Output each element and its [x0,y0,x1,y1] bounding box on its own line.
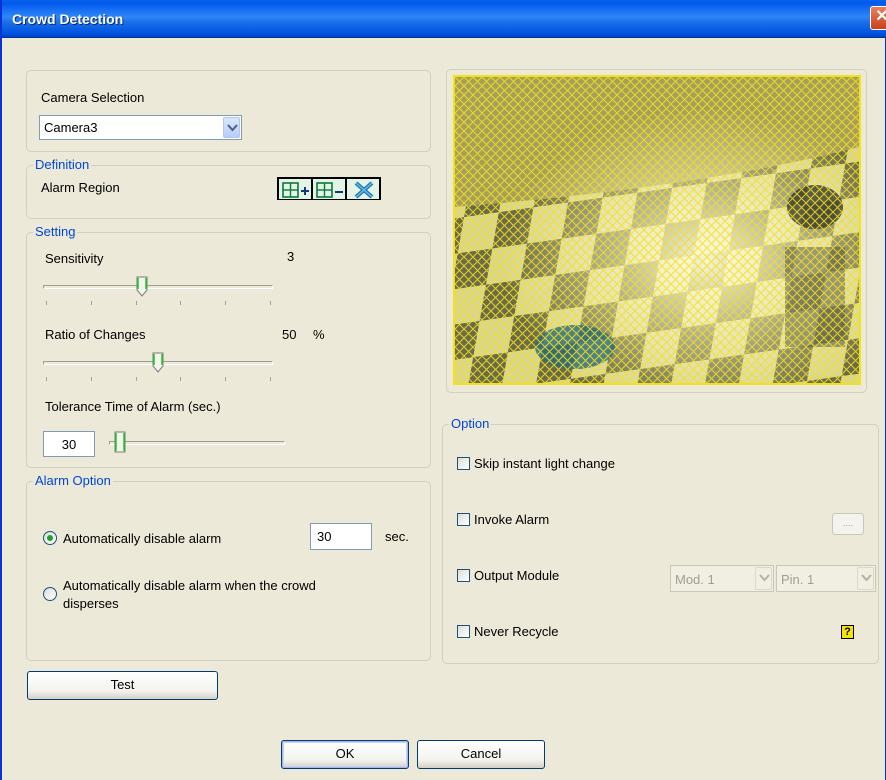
slider-tick [90,377,92,381]
alarm-region-label: Alarm Region [41,180,120,195]
region-toolbar [277,177,381,200]
slider-tick [270,377,271,381]
crowd-detection-dialog: Crowd Detection ✕ Camera Selection Camer… [0,0,886,780]
module-select[interactable]: Mod. 1 [670,565,774,592]
auto-disable-seconds-input[interactable]: 30 [310,523,372,550]
invoke-alarm-label: Invoke Alarm [474,512,550,527]
help-icon-glyph: ? [844,626,851,638]
camera-selection-label: Camera Selection [41,90,145,105]
ok-button-label: OK [335,746,355,761]
pin-select-value: Pin. 1 [781,572,815,587]
close-icon: ✕ [875,8,886,25]
test-button-label: Test [110,677,135,692]
slider-tick [270,301,271,305]
title-bar[interactable]: Crowd Detection ✕ [2,0,886,38]
ratio-unit: % [313,327,325,342]
camera-select[interactable]: Camera3 [39,115,242,140]
tolerance-slider[interactable] [109,431,285,459]
slider-tick [46,377,47,381]
definition-legend: Definition [33,157,92,172]
test-button[interactable]: Test [27,671,218,700]
disperse-label-line2: disperses [63,596,119,611]
auto-disable-label: Automatically disable alarm [63,531,222,546]
help-icon[interactable]: ? [841,625,854,639]
auto-disable-seconds-value: 30 [317,529,332,544]
sensitivity-label: Sensitivity [45,251,104,266]
slider-tick [46,301,47,305]
definition-group: Definition Alarm Region [26,157,431,219]
chevron-down-icon[interactable] [223,117,240,138]
output-module-checkbox[interactable] [457,569,470,582]
output-module-label: Output Module [474,568,560,583]
skip-light-label: Skip instant light change [474,456,615,471]
invoke-alarm-settings-button[interactable]: .... [832,513,864,535]
remove-region-icon [316,182,343,198]
ratio-label: Ratio of Changes [45,327,146,342]
sensitivity-value: 3 [287,249,295,264]
setting-group: Setting Sensitivity 3 Ratio of Changes 5… [26,224,431,468]
slider-tick [225,301,227,305]
option-group: Option Skip instant light change Invoke … [442,416,879,664]
camera-select-value: Camera3 [44,120,98,135]
clear-region-icon [354,181,374,199]
close-button[interactable]: ✕ [870,6,886,30]
skip-light-checkbox[interactable] [457,457,470,470]
ok-button[interactable]: OK [281,740,409,769]
camera-preview-image[interactable] [453,75,861,385]
ratio-slider[interactable] [43,351,273,381]
chevron-down-icon[interactable] [755,567,772,590]
cancel-button[interactable]: Cancel [417,740,545,769]
slider-thumb[interactable] [152,352,164,374]
invoke-alarm-settings-label: .... [842,518,853,528]
module-select-value: Mod. 1 [675,572,715,587]
slider-tick [90,301,92,305]
never-recycle-label: Never Recycle [474,624,559,639]
disperse-radio[interactable] [43,587,57,601]
radio-selected-dot [47,535,53,541]
chevron-down-icon[interactable] [857,567,874,590]
slider-track [109,441,285,445]
slider-tick [225,377,227,381]
invoke-alarm-checkbox[interactable] [457,513,470,526]
clear-region-button[interactable] [346,178,380,200]
setting-legend: Setting [33,224,78,239]
never-recycle-checkbox[interactable] [457,625,470,638]
slider-tick [180,301,182,305]
slider-track [43,285,273,289]
slider-tick [180,377,182,381]
alarm-option-legend: Alarm Option [33,473,113,488]
window-title: Crowd Detection [12,11,124,27]
tolerance-input-value: 30 [61,437,77,452]
tolerance-label: Tolerance Time of Alarm (sec.) [45,399,221,414]
slider-thumb[interactable] [136,276,148,298]
camera-preview-frame [446,69,867,393]
add-region-icon [282,182,309,198]
ratio-value: 50 [282,327,297,342]
remove-region-button[interactable] [312,178,346,200]
alarm-option-group: Alarm Option Automatically disable alarm… [26,473,431,661]
tolerance-input[interactable]: 30 [43,431,95,457]
slider-tick [135,377,137,381]
disperse-label-line1: Automatically disable alarm when the cro… [63,578,316,593]
option-legend: Option [449,416,492,431]
auto-disable-radio[interactable] [43,531,57,545]
slider-thumb[interactable] [114,431,126,453]
cancel-button-label: Cancel [460,746,502,761]
slider-tick [135,301,137,305]
camera-selection-group: Camera Selection Camera3 [26,70,431,152]
pin-select[interactable]: Pin. 1 [776,565,876,592]
add-region-button[interactable] [278,178,312,200]
auto-disable-unit: sec. [385,529,409,544]
sensitivity-slider[interactable] [43,275,273,305]
camera-scene [455,77,859,383]
